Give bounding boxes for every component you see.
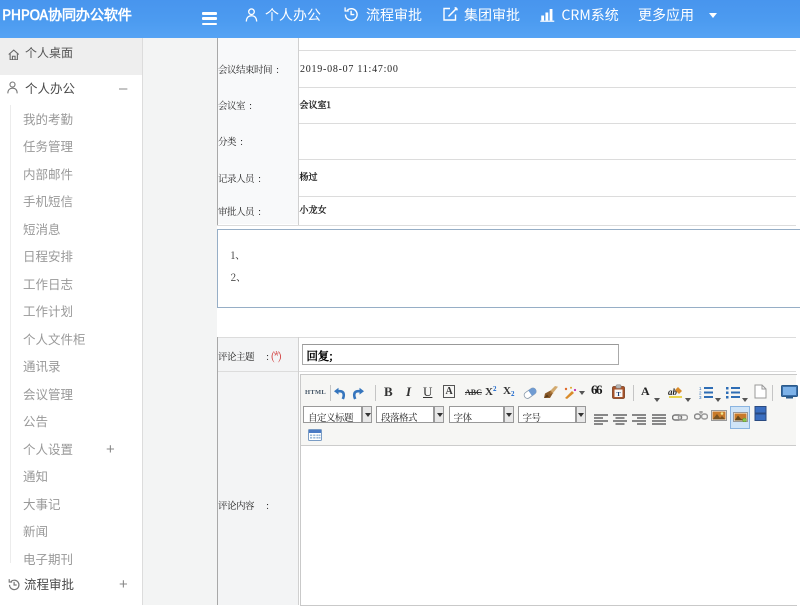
svg-text:T: T <box>616 391 621 398</box>
svg-text:3: 3 <box>699 395 702 399</box>
svg-text:ab: ab <box>668 387 678 397</box>
